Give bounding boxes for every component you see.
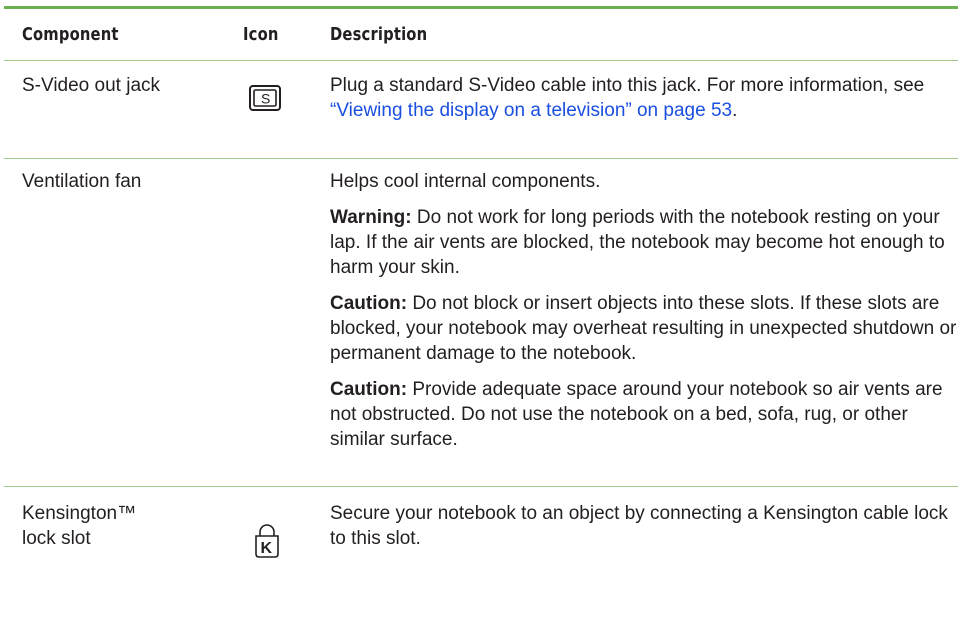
table-header-row: Component Icon Description	[0, 9, 958, 60]
caution-paragraph: Caution: Provide adequate space around y…	[330, 379, 943, 450]
header-description: Description	[330, 24, 428, 45]
page-reference-link[interactable]: “Viewing the display on a television” on…	[330, 100, 732, 121]
header-component: Component	[22, 24, 119, 45]
table-row: Kensington™ lock slot K Secure your note…	[0, 487, 958, 607]
component-description: Secure your notebook to an object by con…	[330, 503, 948, 549]
kensington-lock-icon: K	[254, 523, 280, 564]
warning-paragraph: Warning: Do not work for long periods wi…	[330, 207, 945, 278]
component-description: Plug a standard S-Video cable into this …	[330, 75, 925, 121]
component-name: Ventilation fan	[22, 171, 142, 192]
description-paragraph: Helps cool internal components.	[330, 171, 601, 192]
table-row: Ventilation fan Helps cool internal comp…	[0, 159, 958, 486]
component-description: Helps cool internal components. Warning:…	[330, 169, 958, 452]
s-video-icon: S	[249, 85, 281, 116]
header-icon: Icon	[243, 24, 279, 45]
table-row: S-Video out jack S Plug a standard S-Vid…	[0, 61, 958, 158]
component-table: Component Icon Description S-Video out j…	[0, 6, 958, 607]
svg-text:S: S	[261, 91, 270, 107]
svg-text:K: K	[261, 540, 273, 557]
component-name: Kensington™ lock slot	[22, 503, 137, 549]
component-name: S-Video out jack	[22, 75, 161, 96]
caution-paragraph: Caution: Do not block or insert objects …	[330, 293, 957, 364]
